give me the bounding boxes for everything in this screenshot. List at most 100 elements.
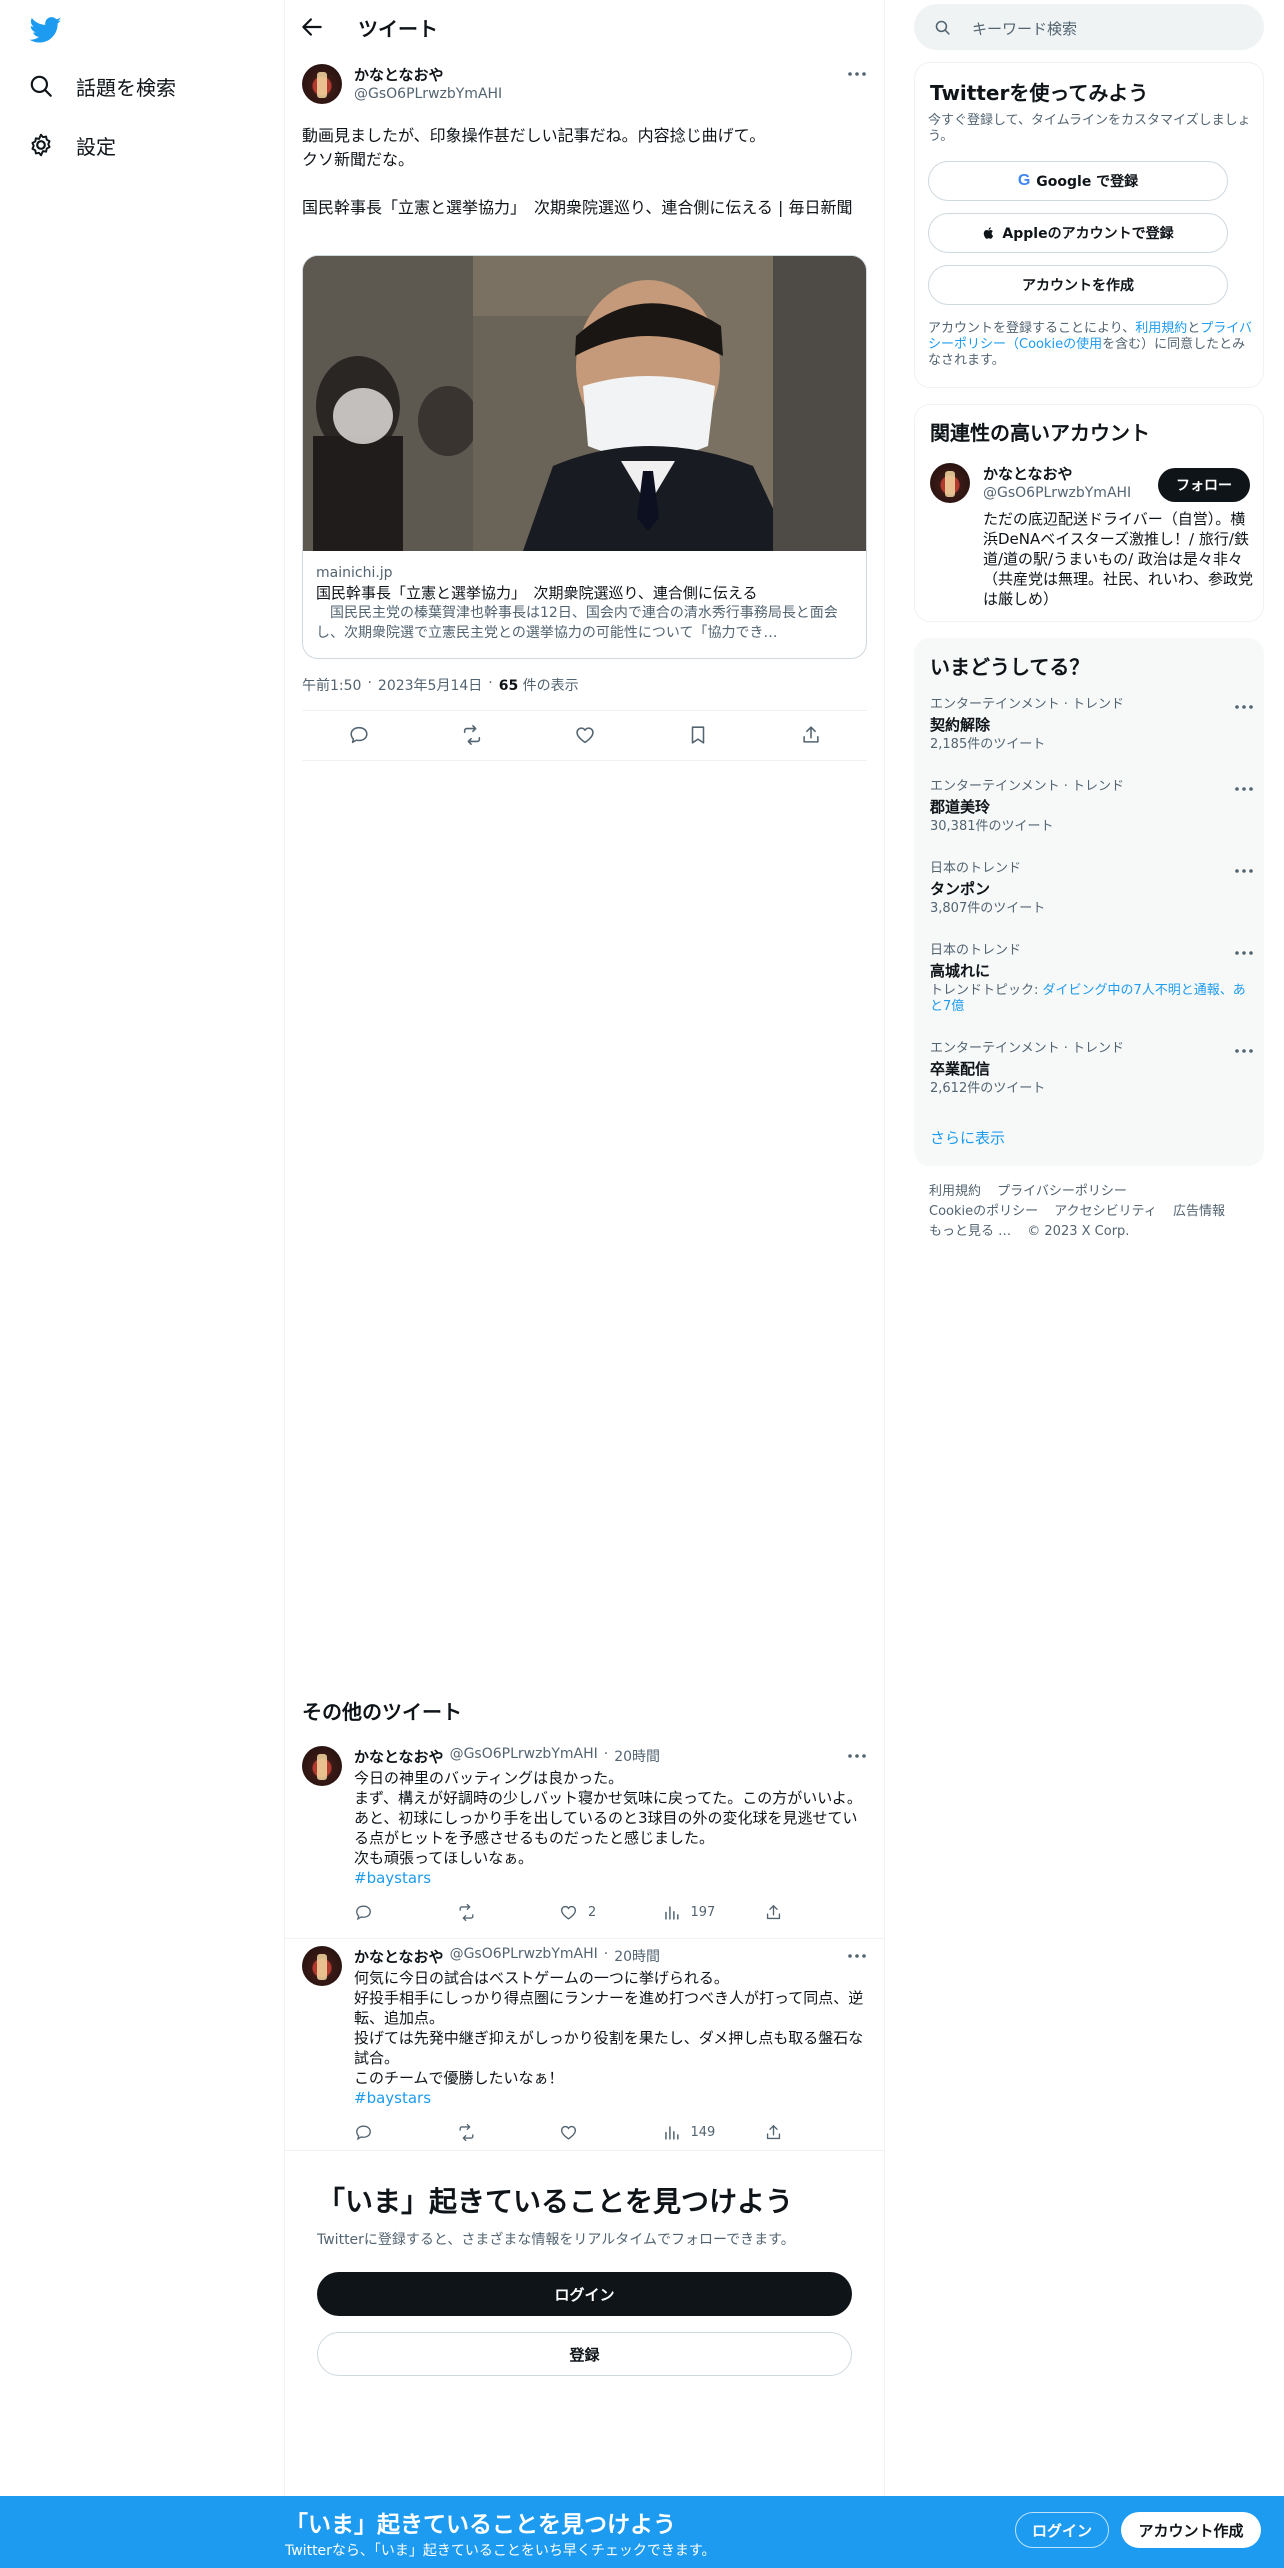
more-options-icon[interactable] xyxy=(1232,1041,1256,1061)
author-handle[interactable]: @GsO6PLrwzbYmAHI xyxy=(450,1946,598,1967)
trend-count: 30,381件のツイート xyxy=(930,819,1054,834)
trend-item[interactable]: 日本のトレンド 高城れに トレンドトピック: ダイビング中の7人不明と通報、あと… xyxy=(930,943,1253,1015)
bottom-bar-title: 「いま」起きていることを見つけよう xyxy=(285,2512,676,2538)
footer-link[interactable]: プライバシーポリシー xyxy=(997,1184,1127,1199)
twitter-bird-icon[interactable] xyxy=(28,14,64,46)
google-icon: G xyxy=(1017,172,1031,189)
back-arrow-icon[interactable] xyxy=(299,14,325,40)
gear-icon xyxy=(28,132,54,158)
footer-link[interactable]: アクセシビリティ xyxy=(1054,1204,1157,1219)
trend-count: 2,612件のツイート xyxy=(930,1081,1046,1096)
views-button[interactable]: 197 xyxy=(662,1900,722,1924)
author-handle[interactable]: @GsO6PLrwzbYmAHI xyxy=(354,86,502,102)
trend-item[interactable]: エンターテインメント · トレンド 契約解除 2,185件のツイート xyxy=(930,697,1253,753)
avatar[interactable] xyxy=(302,64,342,104)
like-button[interactable]: 2 xyxy=(559,1900,619,1924)
more-options-icon[interactable] xyxy=(1232,943,1256,963)
tweet-time[interactable]: 午前1:50 xyxy=(302,675,361,695)
tweet-text: 動画見ましたが、印象操作甚だしい記事だね。内容捻じ曲げて。 クソ新聞だな。 国民… xyxy=(302,126,853,217)
views-button[interactable]: 149 xyxy=(662,2120,722,2144)
signup-title: 「いま」起きていることを見つけよう xyxy=(317,2185,794,2218)
author-name[interactable]: かなとなおや xyxy=(354,1746,444,1767)
footer-link[interactable]: 利用規約 xyxy=(929,1184,981,1199)
more-options-icon[interactable] xyxy=(845,1946,869,1966)
search-input[interactable]: キーワード検索 xyxy=(914,4,1264,50)
author-name[interactable]: かなとなおや xyxy=(354,1946,444,1967)
show-more-link[interactable]: さらに表示 xyxy=(930,1127,1005,1148)
retweet-button[interactable] xyxy=(457,2120,517,2144)
more-options-icon[interactable] xyxy=(1232,861,1256,881)
avatar[interactable] xyxy=(302,1946,342,1986)
create-account-button[interactable]: アカウントを作成 xyxy=(928,265,1228,305)
nav-explore-label: 話題を検索 xyxy=(76,75,176,100)
more-options-icon[interactable] xyxy=(1232,779,1256,799)
search-placeholder: キーワード検索 xyxy=(972,20,1078,38)
share-icon[interactable] xyxy=(800,724,822,746)
tweet-time[interactable]: 20時間 xyxy=(614,1746,660,1767)
view-count: 149 xyxy=(690,2124,716,2140)
view-count-label: 件の表示 xyxy=(522,678,579,694)
trend-category: エンターテインメント · トレンド xyxy=(930,1041,1125,1056)
bottom-signup-button[interactable]: アカウント作成 xyxy=(1121,2512,1261,2548)
separator-dot: · xyxy=(488,675,493,691)
register-button[interactable]: 登録 xyxy=(317,2332,852,2376)
trend-topic: トレンドトピック: ダイビング中の7人不明と通報、あと7億 xyxy=(930,983,1250,1015)
nav-settings[interactable]: 設定 xyxy=(28,125,116,165)
trend-item[interactable]: 日本のトレンド タンポン 3,807件のツイート xyxy=(930,861,1253,917)
author-name[interactable]: かなとなおや xyxy=(354,64,444,85)
trend-name: 卒業配信 xyxy=(930,1060,991,1078)
retweet-button[interactable] xyxy=(457,1900,517,1924)
tweet-time[interactable]: 20時間 xyxy=(614,1946,660,1967)
link-card[interactable]: mainichi.jp 国民幹事長「立憲と選挙協力」 次期衆院選巡り、連合側に伝… xyxy=(302,255,867,659)
login-button[interactable]: ログイン xyxy=(317,2272,852,2316)
footer-link[interactable]: Cookieのポリシー xyxy=(929,1204,1038,1219)
tweet-actions xyxy=(302,710,867,760)
avatar[interactable] xyxy=(302,1746,342,1786)
reply-button[interactable] xyxy=(354,1900,414,1924)
account-name[interactable]: かなとなおや xyxy=(983,463,1073,484)
reply-icon xyxy=(356,2124,371,2140)
divider xyxy=(285,2150,884,2151)
tweet-header: かなとなおや @GsO6PLrwzbYmAHI · 20時間 xyxy=(354,1746,660,1767)
account-handle[interactable]: @GsO6PLrwzbYmAHI xyxy=(983,485,1131,501)
follow-button[interactable]: フォロー xyxy=(1158,468,1250,502)
footer-links: 利用規約 プライバシーポリシー Cookieのポリシー アクセシビリティ 広告情… xyxy=(929,1182,1259,1242)
share-button[interactable] xyxy=(764,2120,784,2144)
hashtag-link[interactable]: #baystars xyxy=(354,1869,431,1887)
tweet-body: 今日の神里のバッティングは良かった。 まず、構えが好調時の少しバット寝かせ気味に… xyxy=(354,1769,862,1867)
more-options-icon[interactable] xyxy=(1232,697,1256,717)
like-icon xyxy=(560,1905,577,1920)
apple-signup-button[interactable]: Appleのアカウントで登録 xyxy=(928,213,1228,253)
footer-link[interactable]: 広告情報 xyxy=(1173,1204,1225,1219)
more-options-icon[interactable] xyxy=(845,64,869,84)
like-icon[interactable] xyxy=(574,724,596,746)
reply-icon[interactable] xyxy=(348,724,370,746)
tweet-date[interactable]: 2023年5月14日 xyxy=(378,675,482,695)
list-item[interactable]: かなとなおや @GsO6PLrwzbYmAHI · 20時間 今日の神里のバッテ… xyxy=(285,1738,884,1938)
page-title: ツイート xyxy=(358,17,438,41)
like-button[interactable] xyxy=(559,2120,619,2144)
nav-explore[interactable]: 話題を検索 xyxy=(28,66,176,106)
author-handle[interactable]: @GsO6PLrwzbYmAHI xyxy=(450,1746,598,1767)
hashtag-link[interactable]: #baystars xyxy=(354,2089,431,2107)
more-options-icon[interactable] xyxy=(845,1746,869,1766)
left-navigation: 話題を検索 設定 xyxy=(0,0,284,2500)
google-signup-button[interactable]: G Google で登録 xyxy=(928,161,1228,201)
trend-item[interactable]: エンターテインメント · トレンド 郡道美玲 30,381件のツイート xyxy=(930,779,1253,835)
footer-link[interactable]: もっと見る … xyxy=(929,1224,1011,1239)
trend-category: エンターテインメント · トレンド xyxy=(930,697,1125,712)
divider xyxy=(884,0,885,2500)
avatar[interactable] xyxy=(930,463,970,503)
trend-item[interactable]: エンターテインメント · トレンド 卒業配信 2,612件のツイート xyxy=(930,1041,1253,1097)
list-item[interactable]: かなとなおや @GsO6PLrwzbYmAHI · 20時間 何気に今日の試合は… xyxy=(285,1938,884,2148)
share-button[interactable] xyxy=(764,1900,784,1924)
reply-button[interactable] xyxy=(354,2120,414,2144)
terms-link[interactable]: 利用規約 xyxy=(1135,321,1187,336)
retweet-icon[interactable] xyxy=(461,724,483,746)
join-subtitle: 今すぐ登録して、タイムラインをカスタマイズしましょう。 xyxy=(928,113,1251,144)
account-bio: ただの底辺配送ドライバー（自営）。横浜DeNAベイスターズ激推し！/ 旅行/鉄道… xyxy=(983,510,1254,608)
legal-text: アカウントを登録することにより、 xyxy=(928,321,1136,336)
bookmark-icon[interactable] xyxy=(687,724,709,746)
relevant-accounts-panel: 関連性の高いアカウント かなとなおや @GsO6PLrwzbYmAHI フォロー… xyxy=(914,404,1264,622)
bottom-login-button[interactable]: ログイン xyxy=(1015,2512,1109,2548)
